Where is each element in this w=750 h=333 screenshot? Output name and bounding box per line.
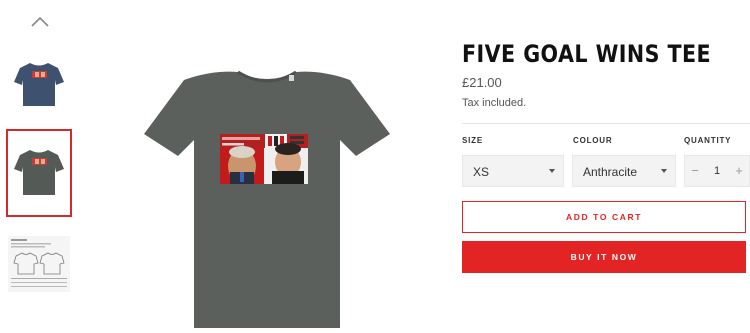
quantity-label: QUANTITY xyxy=(684,136,732,145)
product-price: £21.00 xyxy=(462,75,502,90)
divider xyxy=(462,123,750,124)
colour-select[interactable]: Anthracite xyxy=(572,155,676,187)
quantity-value[interactable]: 1 xyxy=(705,156,729,186)
colour-label: COLOUR xyxy=(573,136,613,145)
product-title: FIVE GOAL WINS TEE xyxy=(462,40,712,68)
anthracite-tee-thumbnail[interactable] xyxy=(6,129,72,217)
add-to-cart-button[interactable]: ADD TO CART xyxy=(462,201,746,233)
size-select-value: XS xyxy=(473,165,490,179)
quantity-increase-button[interactable]: + xyxy=(729,156,749,186)
navy-tee-thumbnail[interactable] xyxy=(8,48,70,132)
size-guide-thumbnail[interactable] xyxy=(8,236,70,292)
quantity-stepper: − 1 + xyxy=(684,155,750,187)
product-main-image xyxy=(132,60,402,329)
colour-select-value: Anthracite xyxy=(583,165,638,179)
size-select[interactable]: XS xyxy=(462,155,564,187)
caret-down-icon xyxy=(549,169,555,173)
size-label: SIZE xyxy=(462,136,483,145)
buy-it-now-button[interactable]: BUY IT NOW xyxy=(462,241,746,273)
chevron-up-icon[interactable] xyxy=(28,12,52,32)
caret-down-icon xyxy=(661,169,667,173)
product-thumbnail-gallery xyxy=(0,0,80,328)
quantity-decrease-button[interactable]: − xyxy=(685,156,705,186)
tax-note: Tax included. xyxy=(462,97,527,109)
